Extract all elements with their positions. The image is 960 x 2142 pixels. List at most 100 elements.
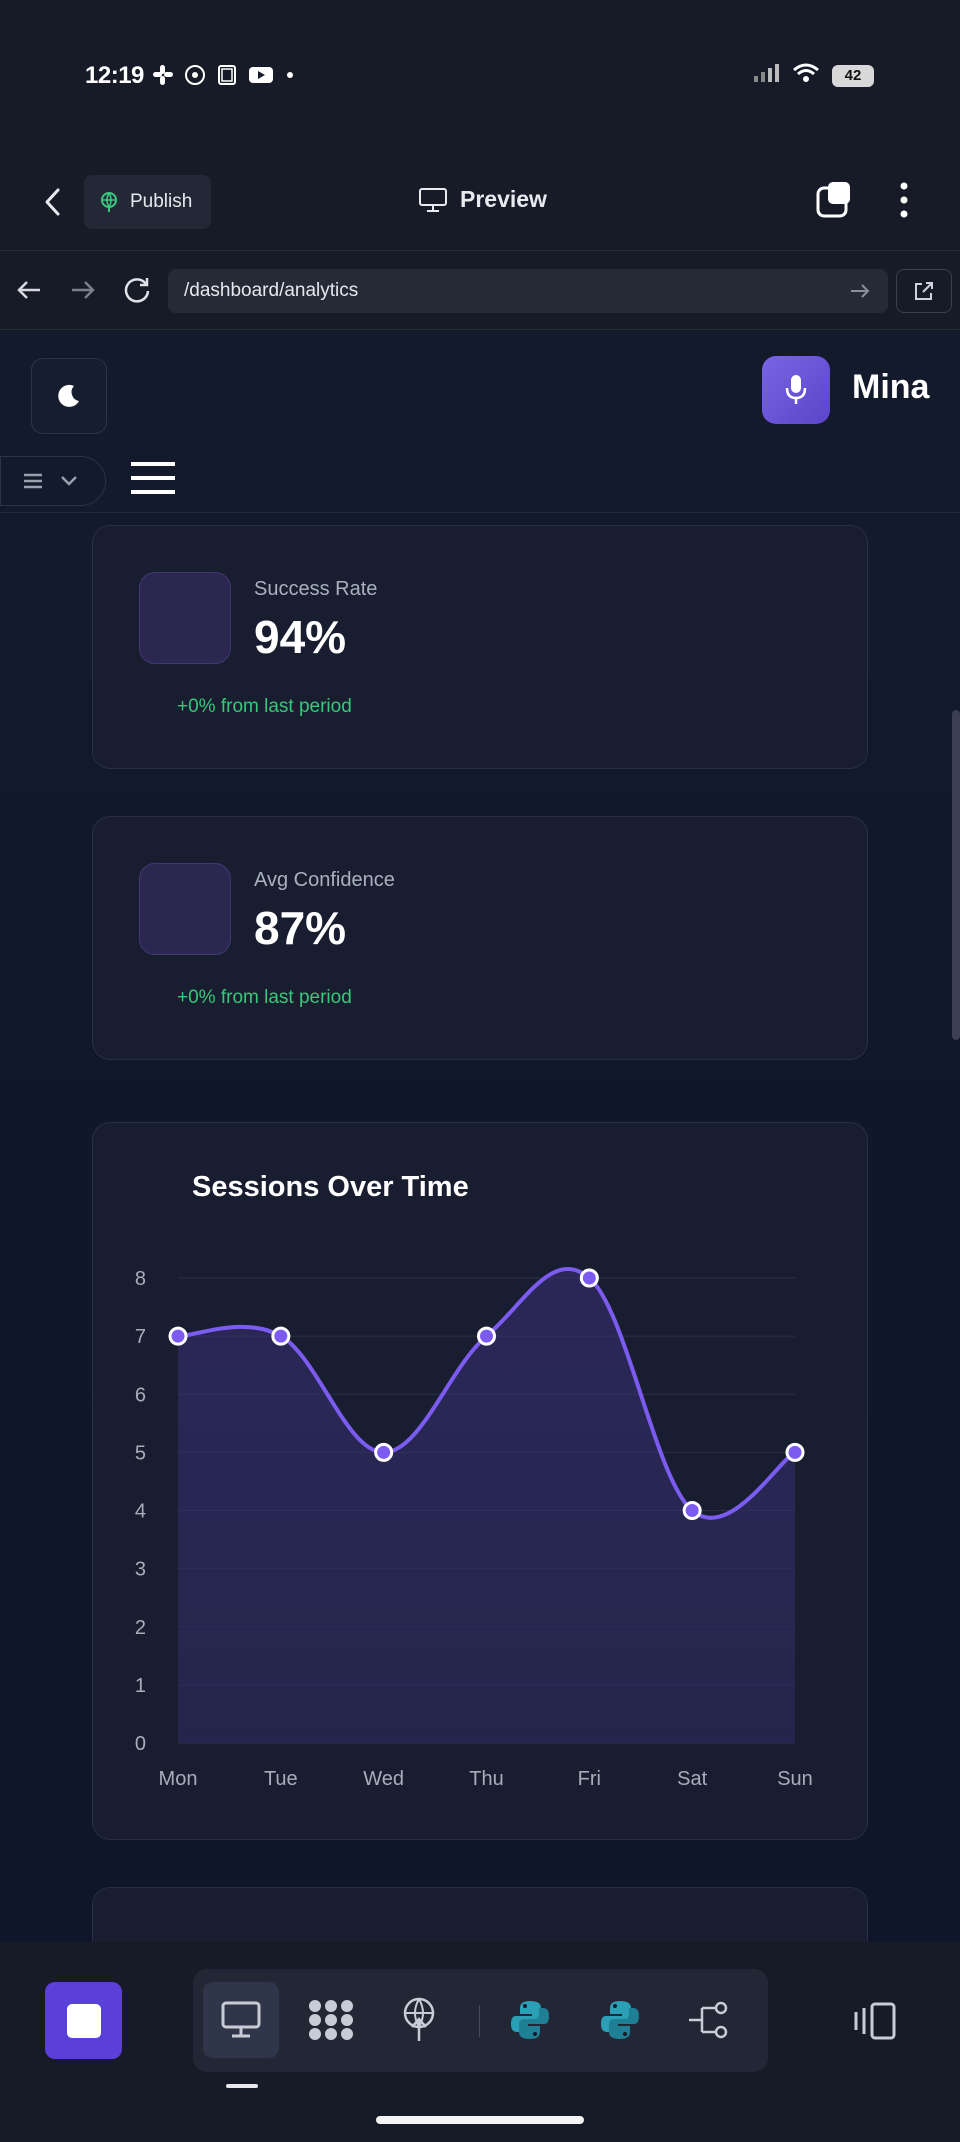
y-tick-label: 1 [135, 1675, 146, 1697]
python-icon [511, 2001, 549, 2039]
open-external-button[interactable] [896, 269, 952, 313]
data-point [785, 1442, 805, 1462]
status-time: 12:19 [85, 62, 144, 89]
python-icon [601, 2001, 639, 2039]
y-tick-label: 5 [135, 1442, 146, 1464]
whatsapp-icon [184, 64, 206, 91]
x-tick-label: Thu [469, 1768, 503, 1790]
microphone-button[interactable] [762, 356, 830, 424]
tool-cluster[interactable] [293, 1982, 369, 2058]
hamburger-menu-button[interactable] [129, 458, 177, 498]
page-scrollbar[interactable] [952, 710, 960, 1040]
slack-icon [152, 64, 174, 91]
y-tick-label: 3 [135, 1559, 146, 1581]
stop-button[interactable] [45, 1982, 122, 2059]
url-input[interactable]: /dashboard/analytics [168, 269, 888, 313]
url-go-button[interactable] [848, 281, 872, 301]
reload-button[interactable] [122, 275, 152, 305]
data-point [579, 1268, 599, 1288]
reload-icon [124, 278, 150, 303]
active-tab-indicator [226, 2084, 258, 2088]
wifi-icon [792, 62, 820, 89]
globe-icon [101, 192, 117, 212]
url-bar: /dashboard/analytics [0, 250, 960, 330]
x-tick-label: Sat [677, 1768, 707, 1790]
deploy-icon [403, 1997, 435, 2041]
bottom-toolbar [0, 1942, 960, 2142]
stat-card-success-rate: Success Rate 94% +0% from last period [92, 525, 868, 769]
moon-icon [58, 384, 79, 407]
preview-label: Preview [460, 186, 547, 212]
menu-dropdown[interactable] [0, 456, 106, 506]
tool-share[interactable] [670, 1982, 746, 2058]
stat-delta: +0% from last period [177, 987, 352, 1008]
tool-preview[interactable] [203, 1982, 279, 2058]
cluster-icon [309, 2000, 353, 2040]
arrow-right-icon [72, 281, 95, 299]
arrow-right-icon [851, 284, 870, 298]
tool-group [193, 1969, 768, 2072]
stat-value: 87% [254, 902, 347, 954]
sessions-chart-card: Sessions Over Time 0 1 2 3 4 5 6 7 8 Mon Tue Wed Thu… [92, 1122, 868, 1840]
dot-icon [284, 64, 296, 91]
tabs-button[interactable] [814, 180, 854, 220]
battery-indicator: 42 [832, 64, 874, 87]
stat-value: 94% [254, 611, 347, 663]
tabs-icon [816, 182, 850, 218]
stat-label: Success Rate [254, 578, 378, 600]
stat-icon-placeholder [139, 572, 231, 664]
y-tick-label: 7 [135, 1326, 146, 1348]
brand-name: Mina [852, 368, 930, 406]
panel-toggle-icon [854, 2002, 896, 2040]
kebab-menu-icon [900, 182, 908, 218]
status-notification-icons [152, 64, 296, 91]
x-tick-label: Sun [777, 1768, 813, 1790]
page-content: Mina Success Rate 94% +0% from last peri… [0, 330, 960, 1942]
nav-forward-button[interactable] [68, 275, 98, 305]
stat-delta: +0% from last period [177, 696, 352, 717]
more-options-button[interactable] [894, 180, 914, 220]
microphone-icon [785, 375, 807, 404]
notes-icon [216, 64, 238, 91]
hamburger-icon [131, 462, 175, 494]
chevron-left-icon [45, 188, 60, 216]
data-point [682, 1501, 702, 1520]
status-bar: 12:19 42 [0, 0, 960, 150]
signal-icon [752, 62, 780, 89]
data-point [374, 1442, 394, 1462]
app-topbar: Mina [0, 330, 960, 513]
next-card [92, 1887, 868, 1942]
back-button[interactable] [36, 184, 72, 220]
stop-icon [66, 2003, 101, 2038]
tool-separator [479, 2005, 480, 2037]
nav-back-button[interactable] [14, 275, 44, 305]
publish-button[interactable]: Publish [84, 175, 211, 229]
list-icon [24, 473, 42, 489]
theme-toggle-button[interactable] [31, 358, 107, 434]
stat-icon-placeholder [139, 863, 231, 955]
data-point [477, 1326, 496, 1346]
y-tick-label: 0 [135, 1733, 146, 1755]
stat-label: Avg Confidence [254, 869, 395, 891]
stat-card-avg-confidence: Avg Confidence 87% +0% from last period [92, 816, 868, 1060]
monitor-icon [221, 2001, 261, 2038]
tool-python-1[interactable] [492, 1982, 568, 2058]
tool-python-2[interactable] [582, 1982, 658, 2058]
preview-title[interactable]: Preview [418, 186, 547, 213]
data-point [271, 1326, 291, 1346]
sessions-line-chart: 0 1 2 3 4 5 6 7 8 Mon Tue Wed Thu Fri Sat Sun [135, 1267, 813, 1790]
monitor-icon [419, 187, 447, 212]
publish-label: Publish [130, 191, 193, 212]
system-status-icons: 42 [752, 62, 874, 89]
home-indicator [376, 2116, 584, 2124]
share-nodes-icon [689, 2001, 728, 2039]
tool-deploy[interactable] [381, 1982, 457, 2058]
x-tick-label: Mon [159, 1768, 198, 1790]
y-tick-label: 6 [135, 1384, 146, 1406]
youtube-icon [248, 64, 274, 91]
x-tick-label: Fri [578, 1768, 601, 1790]
panel-toggle-button[interactable] [852, 1998, 898, 2044]
data-point [168, 1326, 188, 1346]
x-tick-label: Tue [264, 1768, 298, 1790]
chevron-down-icon [61, 476, 77, 486]
